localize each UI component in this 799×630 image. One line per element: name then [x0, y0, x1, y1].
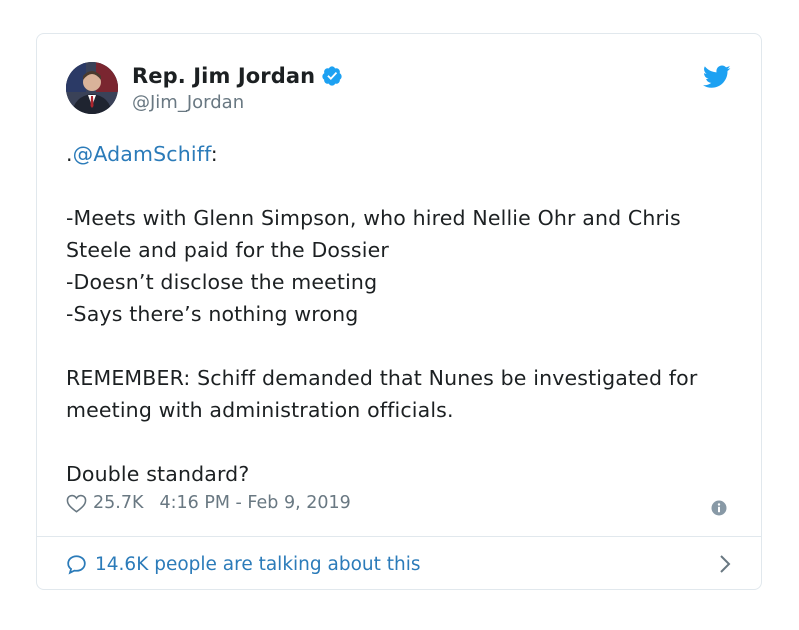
tweet-timestamp[interactable]: 4:16 PM - Feb 9, 2019 — [159, 493, 350, 513]
mention-suffix: : — [210, 142, 218, 166]
like-count: 25.7K — [93, 493, 144, 513]
tweet-line-1: -Meets with Glenn Simpson, who hired Nel… — [66, 206, 681, 262]
conversation-count-text: 14.6K people are talking about this — [95, 553, 421, 575]
tweet-line-3: -Says there’s nothing wrong — [66, 302, 359, 326]
author-handle[interactable]: @Jim_Jordan — [132, 92, 244, 113]
verified-badge-icon — [322, 66, 342, 86]
mention-line: .@AdamSchiff: — [66, 138, 746, 170]
twitter-bird-icon[interactable] — [703, 65, 731, 89]
tweet-line-question: Double standard? — [66, 462, 250, 486]
info-icon[interactable] — [711, 500, 727, 516]
author-display-name[interactable]: Rep. Jim Jordan — [132, 64, 315, 88]
conversation-link[interactable]: 14.6K people are talking about this — [66, 550, 731, 578]
chevron-right-icon — [720, 555, 731, 573]
mention-link[interactable]: @AdamSchiff — [73, 142, 211, 166]
author-avatar[interactable] — [66, 62, 118, 114]
like-button[interactable]: 25.7K — [66, 493, 159, 513]
mention-prefix: . — [66, 142, 73, 166]
footer-divider — [37, 536, 761, 537]
heart-icon — [66, 494, 87, 513]
tweet-meta: 25.7K 4:16 PM - Feb 9, 2019 — [66, 493, 351, 513]
tweet-card: Rep. Jim Jordan @Jim_Jordan .@AdamSchiff… — [36, 33, 762, 590]
tweet-line-remember: REMEMBER: Schiff demanded that Nunes be … — [66, 366, 698, 422]
tweet-text: .@AdamSchiff: -Meets with Glenn Simpson,… — [66, 138, 746, 490]
comment-bubble-icon — [67, 554, 86, 574]
author-name-link[interactable]: Rep. Jim Jordan — [132, 64, 343, 88]
tweet-line-2: -Doesn’t disclose the meeting — [66, 270, 378, 294]
